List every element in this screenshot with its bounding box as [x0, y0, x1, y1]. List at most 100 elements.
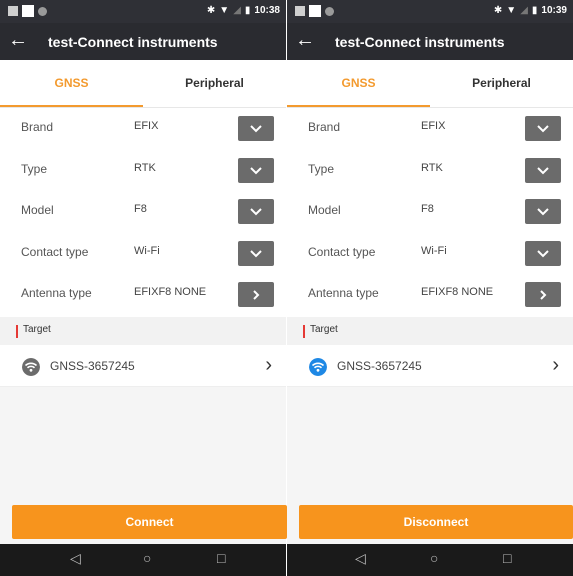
- type-dropdown-button[interactable]: [525, 158, 561, 183]
- target-device-row[interactable]: GNSS-3657245 ›: [0, 345, 286, 387]
- chevron-right-icon: ›: [552, 354, 559, 376]
- tab-peripheral[interactable]: Peripheral: [430, 60, 573, 107]
- field-label: Type: [308, 162, 335, 176]
- nav-back-icon[interactable]: ◁: [355, 550, 366, 567]
- field-value: RTK: [421, 162, 443, 174]
- field-brand: Brand EFIX: [0, 108, 286, 149]
- target-section-header: Target: [0, 317, 286, 345]
- field-brand: Brand EFIX: [287, 108, 573, 149]
- notification-icon: [8, 6, 18, 16]
- field-label: Contact type: [21, 245, 89, 259]
- brand-dropdown-button[interactable]: [238, 116, 274, 141]
- screen-left: ✱ ▼ ◢ ▮ 10:38 ← test-Connect instruments…: [0, 0, 287, 576]
- chevron-down-icon: [537, 166, 549, 174]
- system-nav-bar: ◁ ○ □: [0, 544, 286, 576]
- chevron-down-icon: [537, 207, 549, 215]
- target-device-row[interactable]: GNSS-3657245 ›: [287, 345, 573, 387]
- section-marker: [303, 325, 305, 338]
- system-nav-bar: ◁ ○ □: [287, 544, 573, 576]
- wifi-status-icon: ▼: [506, 5, 517, 16]
- chevron-down-icon: [250, 207, 262, 215]
- field-value: EFIX: [421, 120, 446, 132]
- field-label: Antenna type: [21, 286, 92, 300]
- field-value: EFIXF8 NONE: [421, 286, 494, 298]
- notification-icon: [295, 6, 305, 16]
- contact-type-dropdown-button[interactable]: [238, 241, 274, 266]
- field-label: Model: [21, 203, 54, 217]
- back-arrow-icon[interactable]: ←: [295, 29, 315, 52]
- antenna-type-button[interactable]: [525, 282, 561, 307]
- type-dropdown-button[interactable]: [238, 158, 274, 183]
- field-label: Brand: [308, 120, 341, 134]
- field-label: Type: [21, 162, 48, 176]
- screen-right: ✱ ▼ ◢ ▮ 10:39 ← test-Connect instruments…: [287, 0, 573, 576]
- section-title: Target: [23, 324, 51, 335]
- field-value: EFIXF8 NONE: [134, 286, 207, 298]
- field-label: Contact type: [308, 245, 376, 259]
- field-value: Wi-Fi: [421, 245, 447, 257]
- chevron-down-icon: [537, 249, 549, 257]
- back-arrow-icon[interactable]: ←: [8, 29, 28, 52]
- nav-home-icon[interactable]: ○: [430, 550, 438, 566]
- target-section-header: Target: [287, 317, 573, 345]
- model-dropdown-button[interactable]: [525, 199, 561, 224]
- signal-icon: ◢: [233, 5, 241, 16]
- chevron-right-icon: [540, 289, 547, 300]
- field-value: Wi-Fi: [134, 245, 160, 257]
- section-title: Target: [310, 324, 338, 335]
- field-label: Antenna type: [308, 286, 379, 300]
- field-contact-type: Contact type Wi-Fi: [0, 233, 286, 274]
- nav-home-icon[interactable]: ○: [143, 550, 151, 566]
- notification-icon: [309, 5, 321, 17]
- status-bar: ✱ ▼ ◢ ▮ 10:38: [0, 0, 286, 23]
- notification-icon: [38, 6, 47, 16]
- nav-recents-icon[interactable]: □: [217, 550, 225, 566]
- target-device-name: GNSS-3657245: [337, 359, 422, 373]
- brand-dropdown-button[interactable]: [525, 116, 561, 141]
- field-label: Model: [308, 203, 341, 217]
- battery-icon: ▮: [531, 5, 538, 16]
- chevron-right-icon: [253, 289, 260, 300]
- field-contact-type: Contact type Wi-Fi: [287, 233, 573, 274]
- notification-icon: [325, 6, 334, 16]
- field-antenna-type: Antenna type EFIXF8 NONE: [0, 274, 286, 315]
- contact-type-dropdown-button[interactable]: [525, 241, 561, 266]
- target-device-name: GNSS-3657245: [50, 359, 135, 373]
- battery-icon: ▮: [244, 5, 251, 16]
- section-marker: [16, 325, 18, 338]
- page-title: test-Connect instruments: [48, 34, 218, 50]
- field-value: RTK: [134, 162, 156, 174]
- bluetooth-icon: ✱: [493, 5, 503, 16]
- tab-peripheral[interactable]: Peripheral: [143, 60, 286, 107]
- chevron-down-icon: [250, 124, 262, 132]
- nav-back-icon[interactable]: ◁: [70, 550, 81, 567]
- app-container: ✱ ▼ ◢ ▮ 10:38 ← test-Connect instruments…: [0, 0, 573, 576]
- field-type: Type RTK: [287, 150, 573, 191]
- chevron-right-icon: ›: [265, 354, 272, 376]
- connect-button[interactable]: Connect: [12, 505, 287, 539]
- wifi-icon: [309, 358, 327, 376]
- nav-recents-icon[interactable]: □: [503, 550, 511, 566]
- model-dropdown-button[interactable]: [238, 199, 274, 224]
- wifi-status-icon: ▼: [219, 5, 230, 16]
- tab-bar: GNSS Peripheral: [287, 60, 573, 107]
- field-label: Brand: [21, 120, 54, 134]
- tab-gnss[interactable]: GNSS: [0, 60, 143, 107]
- antenna-type-button[interactable]: [238, 282, 274, 307]
- field-model: Model F8: [287, 191, 573, 232]
- chevron-down-icon: [250, 166, 262, 174]
- field-value: EFIX: [134, 120, 159, 132]
- tab-gnss[interactable]: GNSS: [287, 60, 430, 107]
- chevron-down-icon: [250, 249, 262, 257]
- field-antenna-type: Antenna type EFIXF8 NONE: [287, 274, 573, 315]
- wifi-icon: [22, 358, 40, 376]
- disconnect-button[interactable]: Disconnect: [299, 505, 573, 539]
- app-bar: ← test-Connect instruments: [0, 23, 286, 60]
- bluetooth-icon: ✱: [206, 5, 216, 16]
- field-value: F8: [421, 203, 434, 215]
- notification-icon: [22, 5, 34, 17]
- chevron-down-icon: [537, 124, 549, 132]
- status-bar: ✱ ▼ ◢ ▮ 10:39: [287, 0, 573, 23]
- tab-bar: GNSS Peripheral: [0, 60, 286, 107]
- field-type: Type RTK: [0, 150, 286, 191]
